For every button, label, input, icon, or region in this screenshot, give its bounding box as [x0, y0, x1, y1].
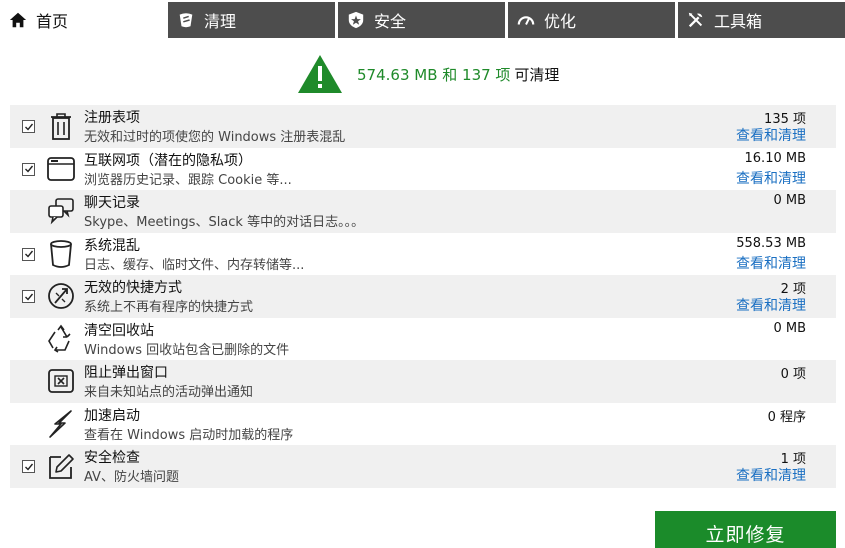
tab-label: 首页 — [36, 12, 69, 31]
tab-clean[interactable]: 清理 — [168, 2, 335, 38]
popup-block-icon — [46, 365, 76, 397]
item-description: Windows 回收站包含已删除的文件 — [84, 342, 290, 358]
tab-label: 安全 — [374, 12, 407, 31]
view-and-clean-link[interactable]: 查看和清理 — [736, 295, 806, 315]
item-description: 浏览器历史记录、跟踪 Cookie 等... — [84, 172, 292, 188]
tab-label: 工具箱 — [714, 12, 763, 31]
lightning-icon — [46, 408, 76, 440]
item-value: 0 程序 — [767, 409, 806, 425]
registry-checkbox[interactable] — [22, 120, 35, 133]
system-clutter-checkbox[interactable] — [22, 247, 35, 261]
scan-results-list: 注册表项 无效和过时的项使您的 Windows 注册表混乱 135 项 查看和清… — [10, 105, 836, 488]
item-description: AV、防火墙问题 — [84, 470, 179, 485]
item-title: 系统混乱 — [84, 237, 140, 254]
shortcuts-checkbox[interactable] — [22, 290, 35, 303]
tab-security[interactable]: 安全 — [338, 2, 505, 38]
speedometer-icon — [516, 10, 536, 30]
item-value: 0 MB — [773, 193, 806, 208]
scan-summary: 574.63 MB 和 137 项 可清理 — [297, 54, 559, 94]
broom-icon — [176, 10, 196, 30]
summary-amount: 574.63 MB 和 137 项 — [357, 65, 511, 84]
list-item-startup: 加速启动 查看在 Windows 启动时加载的程序 0 程序 — [10, 403, 836, 446]
internet-checkbox[interactable] — [22, 162, 35, 176]
item-description: 日志、缓存、临时文件、内存转储等... — [84, 257, 305, 273]
item-title: 清空回收站 — [84, 322, 154, 339]
list-item-recycle-bin: 清空回收站 Windows 回收站包含已删除的文件 0 MB — [10, 318, 836, 361]
summary-tail: 可清理 — [514, 65, 560, 84]
tab-toolbox[interactable]: 工具箱 — [678, 2, 845, 38]
tab-label: 清理 — [204, 12, 237, 31]
list-item-security-check: 安全检查 AV、防火墙问题 1 项 查看和清理 — [10, 445, 836, 488]
fix-now-button[interactable]: 立即修复 — [655, 511, 836, 548]
item-description: 无效和过时的项使您的 Windows 注册表混乱 — [84, 130, 346, 145]
tools-icon — [686, 10, 706, 30]
home-icon — [8, 10, 28, 30]
item-value: 16.10 MB — [744, 150, 806, 166]
item-description: Skype、Meetings、Slack 等中的对话日志。。。 — [84, 215, 365, 230]
warning-triangle-icon — [297, 54, 343, 94]
list-item-chat: 聊天记录 Skype、Meetings、Slack 等中的对话日志。。。 0 M… — [10, 190, 836, 233]
item-title: 聊天记录 — [84, 195, 140, 211]
item-description: 系统上不再有程序的快捷方式 — [84, 300, 254, 315]
list-item-internet: 互联网项（潜在的隐私项） 浏览器历史记录、跟踪 Cookie 等... 16.1… — [10, 148, 836, 191]
browser-window-icon — [46, 153, 76, 185]
item-title: 无效的快捷方式 — [84, 280, 182, 296]
chat-icon — [46, 195, 76, 227]
list-item-system-clutter: 系统混乱 日志、缓存、临时文件、内存转储等... 558.53 MB 查看和清理 — [10, 233, 836, 276]
item-description: 来自未知站点的活动弹出通知 — [84, 385, 254, 400]
view-and-clean-link[interactable]: 查看和清理 — [736, 465, 806, 485]
tab-bar: 首页 清理 安全 优化 工具箱 — [0, 0, 845, 40]
list-item-shortcuts: 无效的快捷方式 系统上不再有程序的快捷方式 2 项 查看和清理 — [10, 275, 836, 318]
bin-icon — [46, 238, 76, 270]
item-title: 加速启动 — [84, 407, 140, 424]
item-value: 0 MB — [773, 320, 806, 336]
view-and-clean-link[interactable]: 查看和清理 — [736, 168, 806, 188]
item-description: 查看在 Windows 启动时加载的程序 — [84, 427, 294, 443]
item-title: 安全检查 — [84, 450, 140, 466]
item-value: 558.53 MB — [736, 235, 806, 251]
tab-optimize[interactable]: 优化 — [508, 2, 675, 38]
list-item-popups: 阻止弹出窗口 来自未知站点的活动弹出通知 0 项 — [10, 360, 836, 403]
broken-link-icon — [46, 280, 76, 312]
shield-icon — [346, 10, 366, 30]
item-value: 0 项 — [780, 367, 806, 382]
tab-label: 优化 — [544, 12, 577, 31]
pen-check-icon — [46, 450, 76, 482]
item-title: 阻止弹出窗口 — [84, 365, 168, 381]
view-and-clean-link[interactable]: 查看和清理 — [736, 253, 806, 273]
trash-icon — [46, 110, 76, 142]
view-and-clean-link[interactable]: 查看和清理 — [736, 125, 806, 145]
tab-home[interactable]: 首页 — [0, 2, 167, 38]
item-title: 注册表项 — [84, 110, 140, 126]
recycle-icon — [46, 323, 76, 355]
security-check-checkbox[interactable] — [22, 460, 35, 473]
item-title: 互联网项（潜在的隐私项） — [84, 152, 252, 169]
list-item-registry: 注册表项 无效和过时的项使您的 Windows 注册表混乱 135 项 查看和清… — [10, 105, 836, 148]
